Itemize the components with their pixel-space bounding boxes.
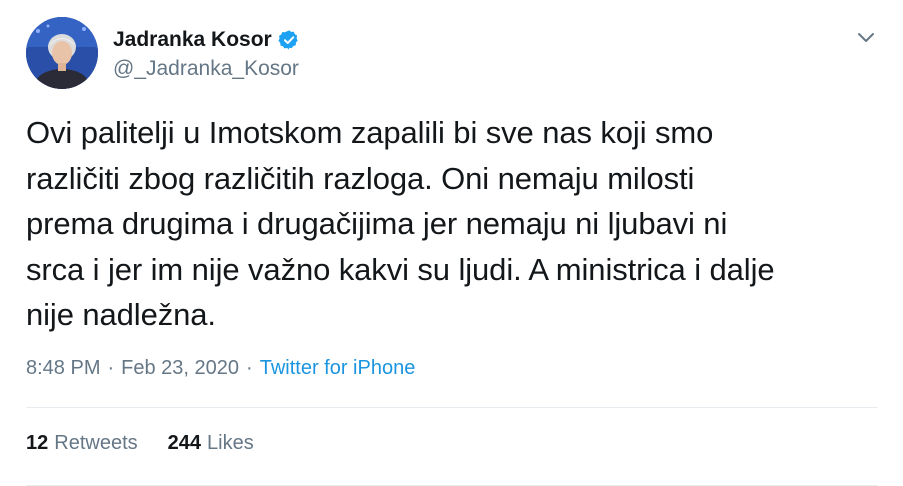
likes-stat[interactable]: 244 Likes — [168, 432, 254, 455]
tweet-text: Ovi palitelji u Imotskom zapalili bi sve… — [26, 115, 775, 332]
author-handle[interactable]: @_Jadranka_Kosor — [113, 57, 300, 81]
avatar[interactable] — [26, 17, 98, 89]
avatar-image — [26, 17, 98, 89]
meta-separator: · — [246, 357, 253, 379]
tweet-time[interactable]: 8:48 PM — [26, 357, 100, 380]
tweet-date[interactable]: Feb 23, 2020 — [121, 357, 239, 380]
likes-count: 244 — [167, 432, 201, 454]
tweet-card: Jadranka Kosor @_Jadranka_Kosor Ovi pali… — [0, 0, 903, 486]
tweet-source-link[interactable]: Twitter for iPhone — [260, 357, 416, 380]
meta-separator: · — [107, 357, 115, 379]
author-block[interactable]: Jadranka Kosor @_Jadranka_Kosor — [113, 27, 300, 81]
retweets-stat[interactable]: 12 Retweets — [26, 432, 138, 455]
retweets-label: Retweets — [54, 432, 138, 454]
author-name-row: Jadranka Kosor — [113, 27, 300, 53]
retweets-count: 12 — [26, 432, 49, 454]
author-display-name[interactable]: Jadranka Kosor — [113, 28, 272, 52]
verified-badge-icon — [278, 29, 300, 51]
divider — [26, 407, 878, 408]
chevron-down-icon[interactable] — [855, 26, 877, 48]
tweet-stats: 12 Retweets 244 Likes — [26, 432, 254, 455]
likes-label: Likes — [207, 432, 254, 454]
tweet-meta: 8:48 PM · Feb 23, 2020 · Twitter for iPh… — [26, 357, 415, 380]
